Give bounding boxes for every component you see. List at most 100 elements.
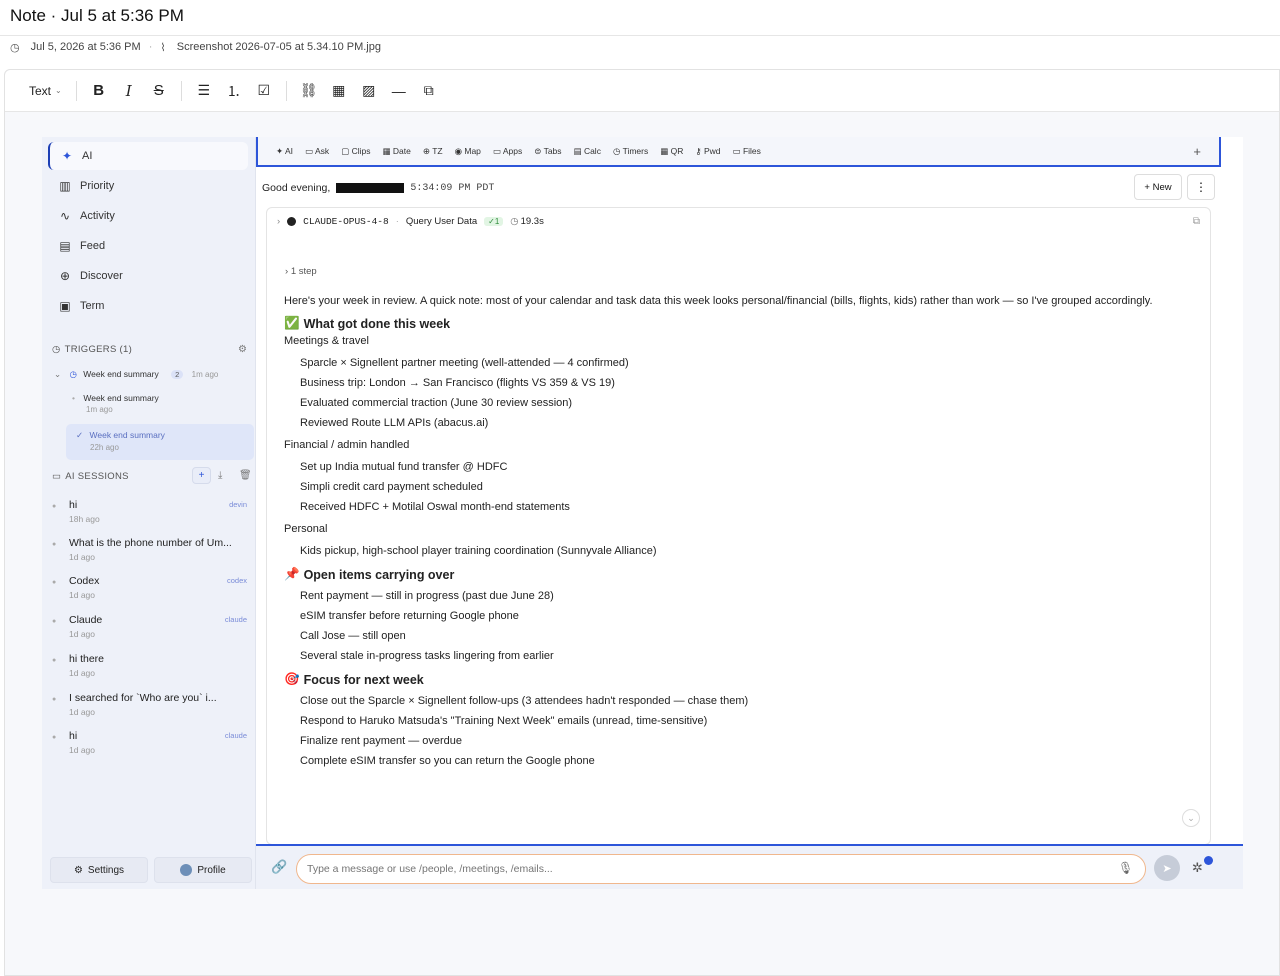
greeting-row: Good evening, 5:34:09 PM PDT	[262, 182, 494, 194]
note-date: Jul 5, 2026 at 5:36 PM	[30, 41, 141, 53]
trigger-time: 1m ago	[191, 370, 219, 379]
attach-link-icon[interactable]: 🔗	[271, 859, 287, 875]
image-icon[interactable]: ▨	[355, 77, 383, 105]
embed-icon[interactable]: ⧉	[415, 77, 443, 105]
toolbar-item-apps[interactable]: ▭ Apps	[493, 146, 522, 157]
table-icon[interactable]: ▦	[325, 77, 353, 105]
download-icon[interactable]: ⤓	[218, 470, 222, 481]
trigger-run-time: 1m ago	[86, 405, 113, 414]
bug-icon[interactable]: ✲	[1192, 860, 1203, 876]
link-icon[interactable]: ⛓	[295, 77, 323, 105]
model-icon	[287, 217, 297, 226]
strikethrough-button[interactable]: S	[145, 77, 173, 105]
scroll-down-icon[interactable]: ⌄	[1182, 809, 1200, 827]
italic-button[interactable]: I	[115, 77, 143, 105]
sidebar-footer: ⚙ Settings Profile	[50, 857, 252, 883]
list-item: Call Jose — still open	[300, 630, 406, 642]
clock-icon: ◷	[10, 41, 20, 54]
tool-name: Query User Data	[405, 216, 478, 227]
new-chat-button[interactable]: + New	[1134, 174, 1182, 200]
steps-label: 1 step	[290, 266, 317, 277]
list-item: Evaluated commercial traction (June 30 r…	[300, 397, 573, 409]
microphone-icon[interactable]: 🎙	[1118, 861, 1133, 875]
trigger-count-badge: 2	[171, 370, 184, 379]
settings-button[interactable]: ⚙ Settings	[50, 857, 148, 883]
session-name: Claude	[69, 614, 103, 626]
toolbar-item-date[interactable]: ▦ Date	[382, 146, 410, 157]
divider-icon[interactable]: —	[385, 77, 413, 105]
toolbar-divider	[285, 80, 287, 101]
profile-button[interactable]: Profile	[154, 857, 252, 883]
trigger-item[interactable]: ⌄ ◷ Week end summary 2 1m ago	[54, 369, 249, 380]
gear-icon[interactable]: ⚙	[238, 344, 247, 355]
toolbar-item-clips[interactable]: ▢ Clips	[341, 146, 370, 157]
toolbar-item-label: Calc	[583, 145, 601, 156]
trigger-label: Week end summary	[83, 369, 159, 379]
check-icon: ✓	[76, 430, 84, 440]
app-toolbar: ✦ AI ▭ Ask ▢ Clips ▦ Date ⊕ TZ ◉ Map ▭ A…	[256, 137, 1221, 167]
clock-icon: ◷	[69, 369, 77, 379]
sidebar-item-feed[interactable]: ▤ Feed	[48, 232, 248, 260]
checklist-icon[interactable]: ☑	[250, 77, 278, 105]
toolbar-item-tabs[interactable]: ⊜ Tabs	[534, 146, 561, 157]
list: Close out the Sparcle × Signellent follo…	[284, 691, 1199, 771]
trash-icon[interactable]: 🗑	[239, 470, 252, 481]
copy-icon[interactable]: ⧉	[1193, 216, 1200, 227]
session-time: 1d ago	[69, 629, 95, 639]
session-time: 1d ago	[69, 745, 95, 755]
numbered-list-icon[interactable]: ⒈	[220, 77, 248, 105]
trigger-run-item[interactable]: ✓ Week end summary 22h ago	[66, 424, 254, 460]
sidebar-item-priority[interactable]: ▥ Priority	[48, 172, 248, 200]
steps-toggle[interactable]: › 1 step	[285, 266, 317, 277]
list: Set up India mutual fund transfer @ HDFC…	[284, 457, 1199, 517]
bold-button[interactable]: B	[85, 77, 113, 105]
list-item: Received HDFC + Motilal Oswal month-end …	[300, 501, 570, 513]
section-heading-text: What got done this week	[303, 316, 451, 331]
toolbar-item-tz[interactable]: ⊕ TZ	[423, 146, 443, 157]
toolbar-item-ai[interactable]: ✦ AI	[276, 146, 293, 157]
list: Rent payment — still in progress (past d…	[284, 586, 1199, 666]
sidebar-item-term[interactable]: ▣ Term	[48, 292, 248, 320]
toolbar-item-label: Ask	[314, 145, 330, 156]
composer-bar: 🔗 🎙 ➤ ✲	[256, 844, 1243, 889]
profile-label: Profile	[197, 864, 226, 876]
section-heading: 🎯 Focus for next week	[284, 672, 1199, 687]
bullet-list-icon[interactable]: ☰	[190, 77, 218, 105]
toolbar-item-qr[interactable]: ▦ QR	[660, 146, 683, 157]
section-heading: 📌 Open items carrying over	[284, 567, 1199, 582]
main-panel: ✦ AI ▭ Ask ▢ Clips ▦ Date ⊕ TZ ◉ Map ▭ A…	[256, 137, 1243, 889]
send-button[interactable]: ➤	[1154, 855, 1180, 881]
sidebar-item-discover[interactable]: ⊕ Discover	[48, 262, 248, 290]
message-input[interactable]	[296, 854, 1146, 884]
toolbar-item-ask[interactable]: ▭ Ask	[305, 146, 329, 157]
toolbar-item-pwd[interactable]: ⚷ Pwd	[695, 146, 720, 157]
list-item: Sparcle × Signellent partner meeting (we…	[300, 357, 629, 369]
chevron-down-icon: ⌄	[54, 369, 62, 379]
toolbar-item-timers[interactable]: ◷ Timers	[613, 146, 648, 157]
attachment-link[interactable]: Screenshot 2026-07-05 at 5.34.10 PM.jpg	[177, 41, 381, 53]
format-toolbar: Text ⌄ B I S ☰ ⒈ ☑ ⛓ ▦ ▨ — ⧉	[5, 70, 1279, 112]
text-style-dropdown[interactable]: Text ⌄	[23, 77, 68, 105]
sidebar-item-label: Priority	[80, 180, 115, 192]
note-meta: ◷ Jul 5, 2026 at 5:36 PM · ⌇ Screenshot …	[0, 36, 1280, 58]
group-label: Financial / admin handled	[284, 439, 410, 451]
sessions-heading-label: AI SESSIONS	[65, 471, 129, 482]
toolbar-item-calc[interactable]: ▤ Calc	[574, 146, 601, 157]
toolbar-item-files[interactable]: ▭ Files	[733, 146, 761, 157]
add-icon[interactable]: +	[1193, 144, 1201, 159]
sidebar-item-ai[interactable]: ✦ AI	[48, 142, 248, 170]
toolbar-divider	[180, 80, 182, 101]
bullet-icon: ●	[52, 618, 57, 625]
add-session-button[interactable]: +	[192, 467, 211, 484]
session-name: hi	[69, 730, 78, 742]
toolbar-item-map[interactable]: ◉ Map	[455, 146, 481, 157]
chevron-right-icon: ›	[285, 266, 289, 277]
sidebar-item-activity[interactable]: ∿ Activity	[48, 202, 248, 230]
bullet-icon: ●	[52, 696, 57, 703]
trigger-run-item[interactable]: • Week end summary 1m ago	[72, 393, 252, 414]
check-mark-icon: ✅	[284, 316, 300, 330]
more-options-icon[interactable]: ⋮	[1187, 174, 1215, 200]
chevron-right-icon[interactable]: ›	[277, 216, 280, 227]
toolbar-item-label: Tabs	[543, 145, 562, 156]
model-name: CLAUDE-OPUS-4-8	[303, 216, 389, 227]
